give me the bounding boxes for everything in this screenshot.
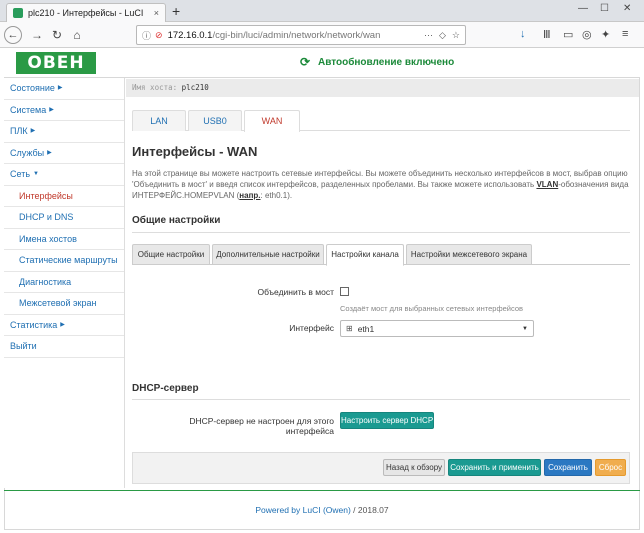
interface-label: Интерфейс [289, 323, 334, 333]
section-divider [132, 232, 630, 233]
example-abbr: напр. [239, 191, 261, 200]
interface-select[interactable]: ⊞ eth1 ▼ [340, 320, 534, 337]
autorefresh-toggle[interactable]: ⟳ Автообновление включено [300, 56, 454, 68]
chevron-down-icon: ▼ [33, 171, 39, 178]
close-window-icon[interactable]: ✕ [623, 3, 631, 14]
dhcp-section-title: DHCP-сервер [132, 383, 199, 394]
sidebar-toggle-icon[interactable]: ▭ [563, 28, 573, 41]
back-to-overview-button[interactable]: Назад к обзору [383, 459, 445, 476]
sidebar-item-hostnames[interactable]: Имена хостов [4, 229, 124, 250]
more-icon[interactable]: ··· [424, 30, 433, 40]
chevron-right-icon: ▶ [47, 149, 52, 156]
footer-version: / 2018.07 [350, 505, 389, 515]
refresh-icon: ⟳ [300, 55, 311, 69]
menu-icon[interactable]: ≡ [622, 28, 628, 40]
tab-general-settings[interactable]: Общие настройки [132, 244, 210, 265]
library-icon[interactable]: Ⅲ [543, 28, 551, 41]
sidebar-item-status[interactable]: Состояние ▶ [4, 78, 124, 100]
tab-physical-settings[interactable]: Настройки канала [326, 244, 404, 266]
sidebar-item-firewall[interactable]: Межсетевой экран [4, 293, 124, 315]
hostname-bar: Имя хоста: plc210 [126, 79, 639, 97]
browser-navbar: ← → ↻ ⌂ ⓘ ⊘ 172.16.0.1/cgi-bin/luci/admi… [0, 22, 644, 48]
hostname-label: Имя хоста: [132, 83, 178, 92]
luci-link[interactable]: Powered by LuCI (Owen) [255, 505, 350, 515]
screenshot-icon[interactable]: ◎ [582, 28, 592, 41]
owen-logo[interactable]: ОВЕН [16, 52, 96, 74]
vlan-abbr: VLAN [536, 180, 559, 189]
autorefresh-label: Автообновление включено [318, 56, 455, 68]
ethernet-port-icon: ⊞ [346, 324, 353, 333]
sidebar-item-plc[interactable]: ПЛК ▶ [4, 121, 124, 143]
home-icon[interactable]: ⌂ [68, 26, 86, 44]
back-icon[interactable]: ← [4, 26, 22, 44]
url-bar[interactable]: ⓘ ⊘ 172.16.0.1/cgi-bin/luci/admin/networ… [136, 25, 466, 45]
footer: Powered by LuCI (Owen) / 2018.07 [4, 490, 640, 530]
bookmark-icon[interactable]: ☆ [452, 30, 460, 41]
reset-button[interactable]: Сброс [595, 459, 626, 476]
tab-lan[interactable]: LAN [132, 110, 186, 131]
sidebar: Состояние ▶ Система ▶ ПЛК ▶ Службы ▶ Сеть ▼ И… [4, 78, 125, 488]
browser-tab[interactable]: plc210 - Интерфейсы - LuCI × [6, 3, 166, 22]
general-settings-title: Общие настройки [132, 215, 221, 226]
hostname-value: plc210 [181, 83, 209, 92]
url-text[interactable]: 172.16.0.1/cgi-bin/luci/admin/network/ne… [168, 30, 418, 41]
browser-tabbar: plc210 - Интерфейсы - LuCI × + — ☐ ✕ [0, 0, 644, 22]
tab-title: plc210 - Интерфейсы - LuCI [28, 8, 144, 18]
sidebar-item-interfaces[interactable]: Интерфейсы [4, 186, 124, 207]
insecure-lock-icon: ⊘ [155, 29, 163, 40]
luci-header: ОВЕН ⟳ Автообновление включено [4, 48, 640, 78]
chevron-down-icon: ▼ [522, 325, 528, 332]
forward-icon[interactable]: → [28, 26, 46, 44]
info-icon[interactable]: ⓘ [142, 29, 151, 42]
setup-dhcp-button[interactable]: Настроить сервер DHCP [340, 412, 434, 429]
sidebar-item-network[interactable]: Сеть ▼ [4, 164, 124, 186]
page-title: Интерфейсы - WAN [132, 144, 258, 159]
save-button[interactable]: Сохранить [544, 459, 592, 476]
tab-advanced-settings[interactable]: Дополнительные настройки [212, 244, 324, 265]
tab-usb0[interactable]: USB0 [188, 110, 242, 131]
maximize-icon[interactable]: ☐ [600, 3, 609, 14]
bridge-label: Объединить в мост [257, 287, 334, 297]
bridge-hint: Создаёт мост для выбранных сетевых интер… [340, 304, 523, 313]
settings-tabs: Общие настройки Дополнительные настройки… [132, 244, 630, 266]
sidebar-item-diagnostics[interactable]: Диагностика [4, 272, 124, 293]
save-apply-button[interactable]: Сохранить и применить [448, 459, 541, 476]
extension-icon[interactable]: ✦ [601, 28, 610, 41]
sidebar-item-services[interactable]: Службы ▶ [4, 143, 124, 164]
reload-icon[interactable]: ↻ [48, 26, 66, 44]
sidebar-item-logout[interactable]: Выйти [4, 336, 124, 358]
download-icon[interactable]: ↓ [520, 28, 526, 40]
chevron-right-icon: ▶ [57, 85, 63, 92]
dhcp-status-label: DHCP-сервер не настроен для этого интерф… [189, 416, 334, 436]
interface-tabs: LAN USB0 WAN [132, 110, 630, 132]
sidebar-item-system[interactable]: Система ▶ [4, 100, 124, 121]
chevron-right-icon: ▶ [49, 106, 54, 113]
pocket-icon[interactable]: ◇ [439, 30, 446, 41]
page-description: На этой странице вы можете настроить сет… [132, 169, 629, 200]
minimize-icon[interactable]: — [578, 3, 588, 14]
sidebar-item-static-routes[interactable]: Статические маршруты [4, 250, 124, 272]
new-tab-button[interactable]: + [172, 3, 180, 19]
chevron-right-icon: ▶ [30, 128, 36, 135]
sidebar-item-statistics[interactable]: Статистика ▶ [4, 315, 124, 336]
sidebar-item-dhcp-dns[interactable]: DHCP и DNS [4, 207, 124, 229]
tab-wan[interactable]: WAN [244, 110, 300, 132]
interface-select-value: eth1 [357, 323, 375, 334]
close-tab-icon[interactable]: × [154, 8, 159, 18]
tab-firewall-settings[interactable]: Настройки межсетевого экрана [406, 244, 532, 265]
section-divider [132, 399, 630, 400]
bridge-checkbox[interactable] [340, 287, 349, 296]
chevron-right-icon: ▶ [60, 321, 65, 328]
favicon-icon [13, 8, 23, 18]
